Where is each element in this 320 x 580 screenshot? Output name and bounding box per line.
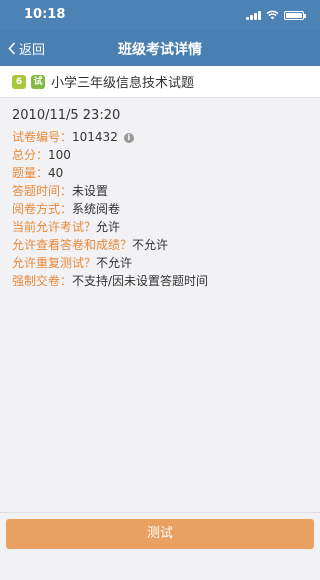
detail-label: 当前允许考试？ [12,220,97,234]
detail-row-retest: 允许重复测试？不允许 [12,254,308,272]
detail-label: 试卷编号： [12,130,73,144]
detail-row-paper-id: 试卷编号：101432 i [12,128,308,146]
detail-value: 101432 [72,130,118,144]
signal-icon [246,10,261,20]
detail-row-total-score: 总分：100 [12,146,308,164]
detail-value: 100 [48,148,71,162]
detail-label: 允许重复测试？ [12,256,97,270]
wifi-icon [266,10,279,20]
info-icon[interactable]: i [123,132,134,143]
detail-label: 总分： [12,148,49,162]
detail-value: 允许 [96,220,121,234]
detail-row-view-results: 允许查看答卷和成绩？不允许 [12,236,308,254]
exam-type-badge: 试 [31,74,45,89]
detail-row-exam-allowed: 当前允许考试？允许 [12,218,308,236]
content-area: 6 试 小学三年级信息技术试题 2010/11/5 23:20 试卷编号：101… [0,66,320,512]
status-time: 10:18 [24,7,66,22]
page-title: 班级考试详情 [118,42,202,58]
detail-label: 题量： [12,166,49,180]
detail-row-grading-method: 阅卷方式：系统阅卷 [12,200,308,218]
battery-icon [284,10,306,20]
nav-bar: 返回 班级考试详情 [0,30,320,66]
exam-header: 6 试 小学三年级信息技术试题 [0,66,320,98]
exam-details: 2010/11/5 23:20 试卷编号：101432 i 总分：100 题量：4… [12,106,308,290]
status-bar: 10:18 [0,0,320,30]
status-icons [246,9,306,21]
exam-title: 小学三年级信息技术试题 [51,76,195,91]
detail-row-answer-time: 答题时间：未设置 [12,182,308,200]
detail-label: 允许查看答卷和成绩？ [12,238,133,252]
detail-value: 40 [48,166,64,180]
detail-label: 答题时间： [12,184,73,198]
test-button[interactable]: 测试 [6,519,314,549]
exam-date: 2010/11/5 23:20 [12,108,121,123]
detail-value: 不允许 [132,238,169,252]
detail-row-question-count: 题量：40 [12,164,308,182]
detail-value: 不允许 [96,256,133,270]
exam-number-badge: 6 [12,74,26,89]
detail-label: 阅卷方式： [12,202,73,216]
detail-value: 系统阅卷 [72,202,121,216]
detail-label: 强制交卷： [12,274,73,288]
bottom-action-bar: 测试 [0,512,320,580]
detail-value: 未设置 [72,184,109,198]
detail-row-force-submit: 强制交卷：不支持/因未设置答题时间 [12,272,308,290]
detail-value: 不支持/因未设置答题时间 [72,274,209,288]
